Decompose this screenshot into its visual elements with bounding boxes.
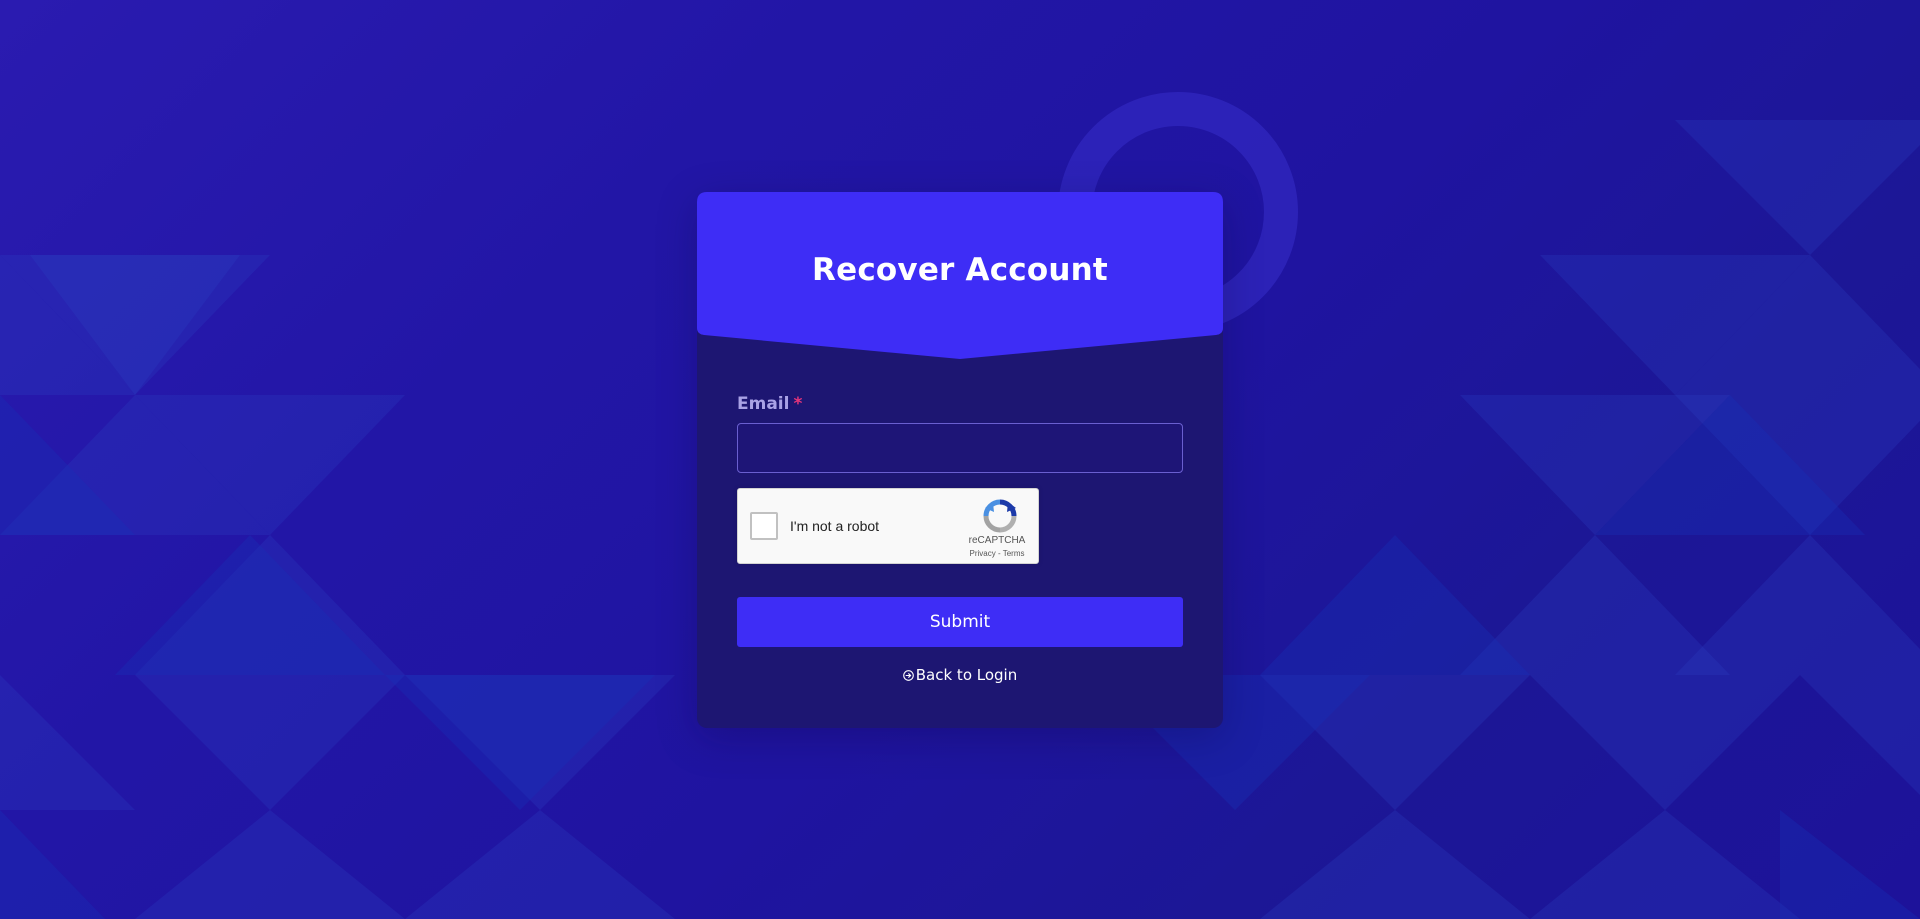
recaptcha-privacy-link[interactable]: Privacy [970, 549, 996, 558]
recover-account-card: Recover Account Email * I'm not a robot r… [697, 192, 1223, 728]
recaptcha-brand: reCAPTCHA [968, 535, 1026, 546]
recaptcha-checkbox-label: I'm not a robot [790, 518, 880, 534]
email-input[interactable] [737, 423, 1183, 473]
page-title: Recover Account [812, 252, 1108, 288]
submit-button[interactable]: Submit [737, 597, 1183, 647]
email-label-text: Email [737, 394, 790, 414]
recaptcha-links: Privacy - Terms [956, 549, 1038, 558]
recaptcha-link-separator: - [995, 549, 1003, 558]
recaptcha-checkbox[interactable] [750, 512, 778, 540]
required-marker: * [793, 394, 803, 414]
recaptcha-terms-link[interactable]: Terms [1003, 549, 1025, 558]
card-header: Recover Account [697, 192, 1223, 360]
back-to-login-label: Back to Login [915, 666, 1018, 684]
recaptcha-widget: I'm not a robot reCAPTCHA Privacy - Term… [737, 488, 1039, 564]
back-to-login-link[interactable]: Back to Login [697, 666, 1223, 684]
email-label: Email * [737, 394, 802, 414]
arrow-circle-right-icon [902, 670, 914, 681]
recaptcha-logo-icon [983, 499, 1017, 533]
